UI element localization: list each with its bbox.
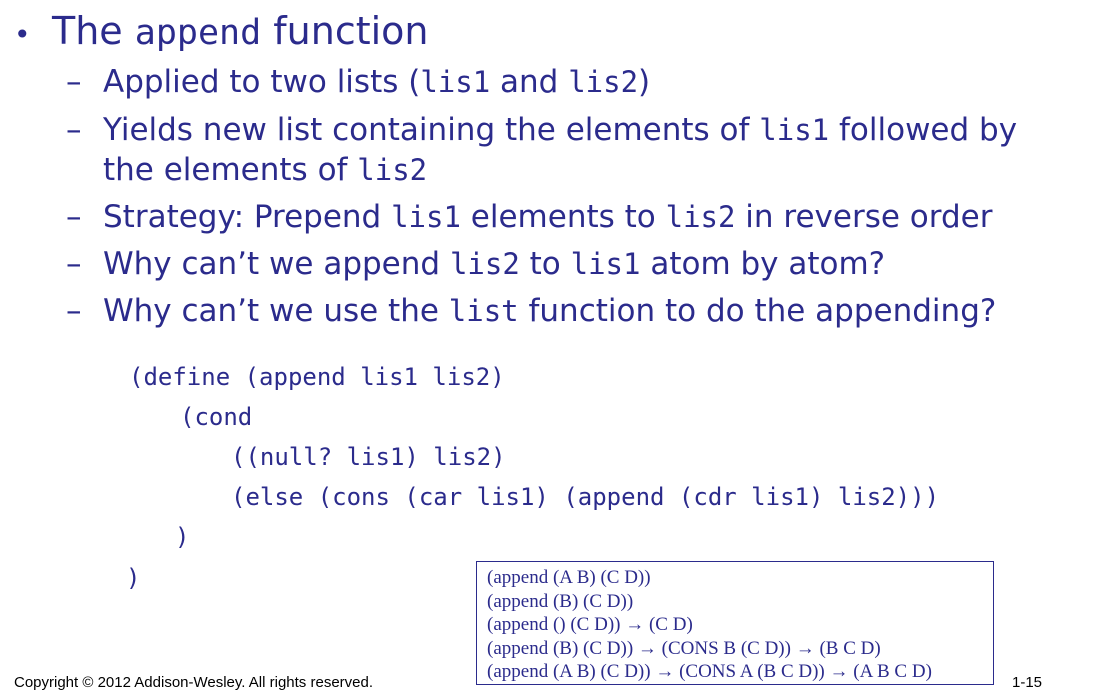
bullet-text: Applied to two lists (	[103, 64, 421, 100]
bullet-text: atom by atom?	[640, 246, 886, 282]
inline-code: lis1	[759, 113, 830, 147]
example-line: (append (B) (C D))	[487, 590, 634, 612]
bullet-text: function to do the appending?	[518, 293, 997, 329]
bullet-text: Strategy: Prepend	[103, 199, 392, 235]
slide-number: 1-15	[1012, 674, 1043, 691]
sub-bullet: Yields new list containing the elements …	[103, 110, 1017, 150]
bullet-text: followed by	[829, 112, 1018, 148]
inline-code: lis2	[568, 65, 639, 99]
code-line: (define (append lis1 lis2)	[129, 363, 505, 391]
sub-bullet: Strategy: Prepend lis1 elements to lis2 …	[103, 197, 992, 237]
bullet-text: elements to	[460, 199, 666, 235]
inline-code: lis2	[357, 153, 428, 187]
bullet-text: the elements of	[103, 152, 358, 188]
sub-bullet: Why can’t we append lis2 to lis1 atom by…	[103, 244, 885, 284]
bullet-text: to	[519, 246, 571, 282]
example-line: (append () (C D)) → (C D)	[487, 614, 693, 635]
sub-bullet: Why can’t we use the list function to do…	[103, 291, 996, 331]
bullet-text: and	[490, 64, 569, 100]
bullet-text: in reverse order	[735, 199, 993, 235]
bullet-text: Why can’t we use the	[103, 293, 449, 329]
bullet-dash: –	[66, 64, 82, 100]
code-line: (cond	[180, 403, 253, 431]
bullet-dash: –	[66, 293, 82, 329]
inline-code: list	[448, 294, 519, 328]
bullet-dash: –	[66, 112, 82, 148]
bullet-dot: •	[14, 18, 31, 51]
example-line: (append (A B) (C D))	[487, 567, 651, 588]
bullet-text: )	[638, 64, 651, 100]
sub-bullet: Applied to two lists (lis1 and lis2)	[103, 62, 650, 102]
sub-bullet-continued: the elements of lis2	[103, 150, 427, 190]
bullet-dash: –	[66, 246, 82, 282]
example-line: (append (A B) (C D)) → (CONS A (B C D)) …	[487, 661, 932, 682]
inline-code: lis2	[449, 247, 520, 281]
inline-code: lis2	[665, 200, 736, 234]
copyright: Copyright © 2012 Addison-Wesley. All rig…	[14, 674, 374, 691]
inline-code: lis1	[570, 247, 641, 281]
example-line: (append (B) (C D)) → (CONS B (C D)) → (B…	[487, 637, 881, 659]
example-box: (append (A B) (C D)) (append (B) (C D)) …	[476, 561, 994, 685]
code-line: )	[126, 564, 141, 592]
inline-code: lis1	[420, 65, 491, 99]
bullet-dash: –	[66, 199, 82, 235]
code-line: ((null? lis1) lis2)	[231, 443, 506, 471]
inline-code: lis1	[391, 200, 461, 234]
bullet-text: Why can’t we append	[103, 246, 450, 282]
slide-title: The append function	[52, 9, 429, 53]
bullet-text: Yields new list containing the elements …	[103, 112, 760, 148]
code-line: )	[175, 523, 190, 551]
code-line: (else (cons (car lis1) (append (cdr lis1…	[231, 483, 940, 511]
